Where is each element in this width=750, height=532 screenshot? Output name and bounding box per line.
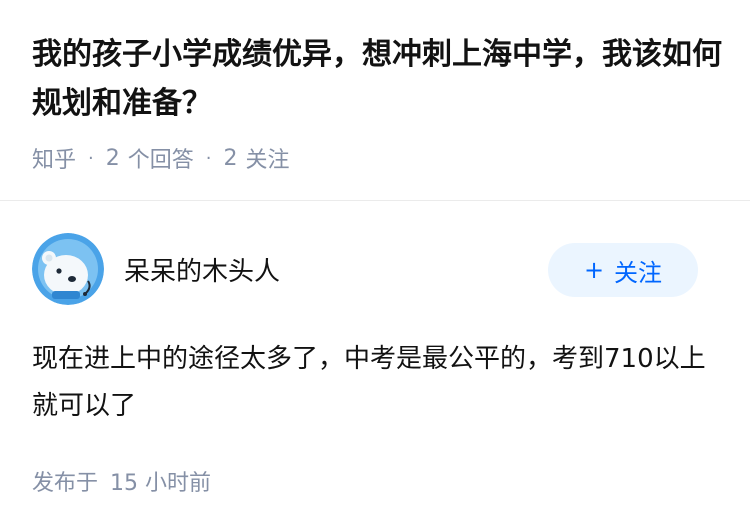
- author-avatar[interactable]: [32, 233, 104, 305]
- section-divider: [0, 200, 750, 201]
- author-name[interactable]: 呆呆的木头人: [124, 251, 280, 288]
- question-title[interactable]: 我的孩子小学成绩优异，想冲刺上海中学，我该如何规划和准备？: [32, 30, 722, 128]
- published-label: 发布于: [32, 471, 99, 496]
- followers-count: 2: [223, 145, 238, 171]
- follow-button[interactable]: + 关注: [548, 243, 698, 297]
- followers-label[interactable]: 关注: [246, 142, 290, 174]
- meta-separator: ·: [205, 147, 212, 169]
- answers-count: 2: [105, 145, 120, 171]
- follow-button-label: 关注: [614, 258, 663, 287]
- answer-publish-info: 发布于 15 小时前: [32, 465, 211, 497]
- source-label[interactable]: 知乎: [32, 142, 76, 174]
- published-time: 15 小时前: [110, 471, 212, 496]
- answers-label[interactable]: 个回答: [128, 142, 194, 174]
- answer-content[interactable]: 现在进上中的途径太多了，中考是最公平的，考到710以上就可以了: [32, 336, 722, 430]
- meta-separator: ·: [88, 147, 94, 169]
- question-header: 我的孩子小学成绩优异，想冲刺上海中学，我该如何规划和准备？ 知乎 · 2 个回答…: [32, 30, 722, 174]
- question-meta: 知乎 · 2 个回答 · 2 关注: [32, 142, 722, 174]
- cartoon-polar-bear-avatar-icon: [32, 233, 104, 305]
- plus-icon: +: [583, 256, 605, 284]
- answer-author-row: 呆呆的木头人 + 关注: [32, 233, 698, 307]
